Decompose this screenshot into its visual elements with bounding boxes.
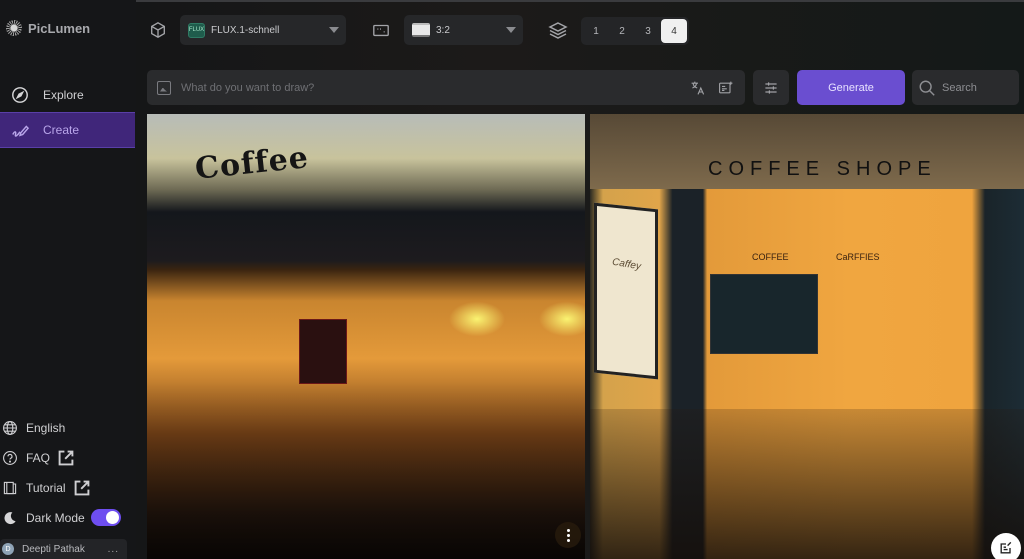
external-link-icon — [74, 480, 89, 496]
model-value: FLUX.1-schnell — [211, 24, 280, 36]
image-menu-board — [710, 274, 818, 354]
prompt-enhance-icon[interactable] — [717, 79, 735, 97]
sidebar-item-create[interactable]: Create — [0, 112, 135, 148]
language-selector[interactable]: English — [2, 420, 65, 436]
chevron-down-icon — [329, 27, 339, 33]
globe-icon — [3, 421, 17, 435]
aspect-ratio-value: 3:2 — [436, 24, 450, 36]
search-button[interactable]: Search — [912, 70, 1019, 105]
user-profile[interactable]: D Deepti Pathak ... — [0, 539, 127, 559]
prompt-input[interactable] — [181, 81, 689, 94]
faq-label: FAQ — [26, 451, 51, 465]
dark-mode-row: Dark Mode — [2, 510, 85, 526]
aspect-ratio-icon — [371, 20, 391, 40]
dot — [566, 528, 570, 532]
dot — [566, 538, 570, 542]
image-menu-board — [299, 319, 347, 384]
help-icon — [3, 451, 17, 465]
moon-icon — [4, 512, 16, 525]
tutorial-label: Tutorial — [26, 481, 66, 495]
generated-image-1[interactable]: Coffee — [147, 114, 585, 559]
logo[interactable]: PicLumen — [6, 20, 90, 36]
prompt-bar — [147, 70, 745, 105]
external-link-icon — [58, 450, 74, 466]
feedback-icon — [1000, 541, 1012, 554]
avatar: D — [2, 543, 14, 555]
generate-button[interactable]: Generate — [797, 70, 905, 105]
language-label: English — [26, 421, 66, 435]
sliders-icon — [765, 81, 777, 94]
search-icon — [919, 80, 935, 96]
create-icon — [12, 125, 29, 137]
sidebar-item-label: Explore — [43, 88, 84, 102]
logo-icon — [6, 20, 22, 36]
translate-icon[interactable] — [689, 79, 707, 97]
image-sign-text: COFFEE SHOPE — [708, 158, 937, 180]
count-option-3[interactable]: 3 — [635, 19, 661, 43]
user-menu-button[interactable]: ... — [108, 544, 119, 555]
app-name: PicLumen — [28, 20, 91, 36]
sidebar: PicLumen Explore Create English FAQ Tuto… — [0, 0, 136, 559]
layers-icon — [547, 19, 569, 41]
model-icon — [148, 20, 168, 40]
user-name: Deepti Pathak — [22, 543, 85, 555]
image-count-selector: 1 2 3 4 — [581, 17, 689, 45]
tutorial-link[interactable]: Tutorial — [2, 480, 90, 496]
dark-mode-toggle[interactable] — [91, 509, 121, 526]
chevron-down-icon — [506, 27, 516, 33]
book-icon — [3, 481, 17, 495]
count-option-2[interactable]: 2 — [609, 19, 635, 43]
sidebar-item-explore[interactable]: Explore — [0, 77, 135, 113]
compass-icon — [12, 87, 28, 103]
flux-logo-icon: FLUX — [188, 22, 205, 38]
image-upload-icon[interactable] — [157, 80, 171, 95]
feedback-button[interactable] — [991, 533, 1021, 559]
image-inner-sign: COFFEE — [752, 252, 789, 262]
image-more-button[interactable] — [555, 522, 581, 548]
count-option-4[interactable]: 4 — [661, 19, 687, 43]
dot — [566, 533, 570, 537]
dark-mode-label: Dark Mode — [26, 511, 85, 525]
aspect-ratio-select[interactable]: 3:2 — [404, 15, 523, 45]
search-label: Search — [942, 81, 977, 94]
image-poster — [594, 202, 658, 380]
image-inner-sign: CaRFFIES — [836, 252, 880, 262]
app-window: PicLumen Explore Create English FAQ Tuto… — [0, 0, 1024, 559]
generated-image-2[interactable]: COFFEE SHOPE COFFEE CaRFFIES Caffey — [590, 114, 1024, 559]
count-option-1[interactable]: 1 — [583, 19, 609, 43]
ratio-preview-icon — [412, 23, 430, 37]
sidebar-item-label: Create — [43, 123, 80, 137]
image-sign-text: Coffee — [193, 140, 311, 187]
model-select[interactable]: FLUX FLUX.1-schnell — [180, 15, 346, 45]
faq-link[interactable]: FAQ — [2, 450, 74, 466]
advanced-settings-button[interactable] — [753, 70, 789, 105]
